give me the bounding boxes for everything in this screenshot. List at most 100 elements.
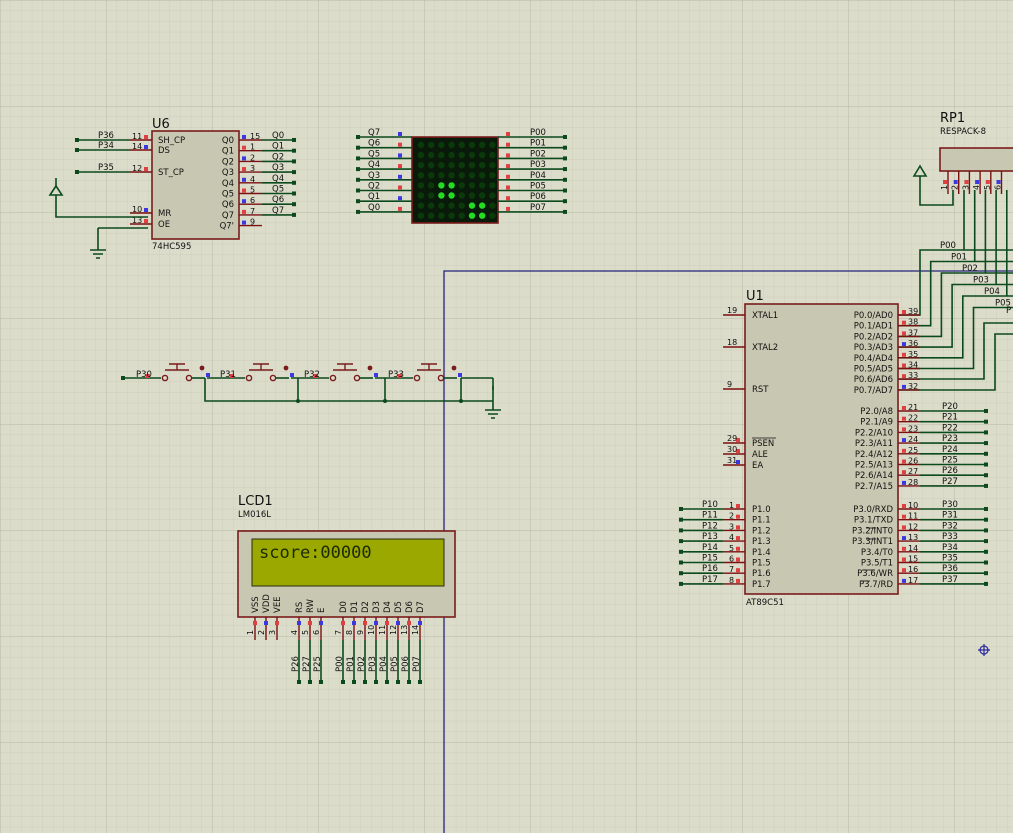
net-terminal[interactable]	[563, 188, 567, 193]
net-terminal[interactable]	[984, 430, 988, 435]
net-terminal[interactable]	[984, 409, 988, 413]
u1-pin-marker[interactable]	[902, 480, 906, 485]
net-terminal[interactable]	[356, 209, 360, 214]
net-terminal[interactable]	[679, 539, 683, 544]
matrix-pin-marker[interactable]	[506, 132, 510, 136]
lcd-pin-marker[interactable]	[341, 621, 345, 625]
u1-pin-marker[interactable]	[902, 448, 906, 453]
u1-pin-marker[interactable]	[902, 352, 906, 357]
lcd-pin-marker[interactable]	[374, 621, 378, 625]
net-terminal[interactable]	[563, 135, 567, 139]
net-terminal[interactable]	[292, 191, 296, 196]
net-terminal[interactable]	[292, 159, 296, 164]
u6-pin-marker[interactable]	[242, 209, 246, 214]
u1-pin-marker[interactable]	[736, 546, 740, 551]
u1-pin-marker[interactable]	[902, 427, 906, 432]
net-terminal[interactable]	[352, 680, 356, 684]
lcd-pin-marker[interactable]	[418, 621, 422, 625]
net-terminal[interactable]	[679, 560, 683, 565]
lcd-pin-marker[interactable]	[253, 621, 257, 625]
u6-pin-marker[interactable]	[144, 208, 148, 212]
net-terminal[interactable]	[292, 212, 296, 217]
lcd-pin-marker[interactable]	[319, 621, 323, 625]
net-terminal[interactable]	[319, 680, 323, 684]
u1-pin-marker[interactable]	[736, 568, 740, 573]
net-terminal[interactable]	[563, 145, 567, 150]
net-terminal[interactable]	[563, 156, 567, 161]
net-terminal[interactable]	[984, 507, 988, 511]
u1-pin-marker[interactable]	[902, 578, 906, 583]
u1-pin-marker[interactable]	[902, 459, 906, 464]
net-terminal[interactable]	[679, 517, 683, 522]
u1-pin-marker[interactable]	[902, 504, 906, 508]
u1-pin-marker[interactable]	[902, 416, 906, 421]
u1-pin-marker[interactable]	[902, 557, 906, 562]
net-terminal[interactable]	[356, 156, 360, 161]
net-terminal[interactable]	[385, 680, 389, 684]
u1-pin-marker[interactable]	[902, 363, 906, 368]
net-terminal[interactable]	[356, 188, 360, 193]
net-terminal[interactable]	[374, 680, 378, 684]
net-terminal[interactable]	[679, 571, 683, 576]
lcd-pin-marker[interactable]	[275, 621, 279, 625]
u1-pin-marker[interactable]	[902, 384, 906, 389]
net-terminal[interactable]	[418, 680, 422, 684]
u1-pin-marker[interactable]	[736, 536, 740, 541]
u1-pin-marker[interactable]	[902, 470, 906, 475]
u6-pin-marker[interactable]	[242, 156, 246, 161]
net-terminal[interactable]	[563, 209, 567, 214]
matrix-pin-marker[interactable]	[398, 185, 402, 190]
net-terminal[interactable]	[121, 376, 125, 380]
net-terminal[interactable]	[984, 560, 988, 565]
lcd-pin-marker[interactable]	[264, 621, 268, 625]
lcd-pin-marker[interactable]	[297, 621, 301, 625]
net-terminal[interactable]	[984, 441, 988, 446]
u1-pin-marker[interactable]	[902, 331, 906, 336]
net-terminal[interactable]	[297, 680, 301, 684]
rp1-pin-marker[interactable]	[964, 180, 969, 184]
net-terminal[interactable]	[292, 202, 296, 207]
net-terminal[interactable]	[75, 138, 79, 142]
u1-pin-marker[interactable]	[902, 406, 906, 410]
rp1-pin-marker[interactable]	[996, 180, 1001, 184]
net-terminal[interactable]	[984, 581, 988, 586]
net-terminal[interactable]	[679, 581, 683, 586]
u6-pin-marker[interactable]	[144, 167, 148, 171]
matrix-pin-marker[interactable]	[506, 153, 510, 158]
matrix-body[interactable]	[411, 136, 499, 224]
net-terminal[interactable]	[292, 148, 296, 153]
matrix-pin-marker[interactable]	[398, 132, 402, 136]
net-terminal[interactable]	[356, 135, 360, 139]
schematic-canvas[interactable]: U6 74HC595 11 SH_CPP3614 DSP3412 ST_CPP3510…	[0, 0, 1013, 833]
schematic-sheet[interactable]: U6 74HC595 11 SH_CP P36 14 DS P34 12 ST_CP P35 10…	[0, 0, 1013, 833]
net-terminal[interactable]	[308, 680, 312, 684]
lcd-pin-marker[interactable]	[308, 621, 312, 625]
matrix-pin-marker[interactable]	[506, 142, 510, 147]
net-terminal[interactable]	[292, 138, 296, 142]
matrix-pin-marker[interactable]	[506, 164, 510, 169]
matrix-pin-marker[interactable]	[506, 206, 510, 211]
net-terminal[interactable]	[984, 483, 988, 488]
net-terminal[interactable]	[292, 180, 296, 185]
u6-pin-marker[interactable]	[242, 177, 246, 182]
u1-pin-marker[interactable]	[736, 578, 740, 583]
net-terminal[interactable]	[292, 170, 296, 175]
rp1-pin-marker[interactable]	[975, 180, 980, 184]
net-terminal[interactable]	[984, 549, 988, 554]
rp1-body[interactable]	[939, 147, 1013, 172]
lcd-pin-marker[interactable]	[396, 621, 400, 625]
lcd-pin-marker[interactable]	[385, 621, 389, 625]
u1-pin-marker[interactable]	[902, 514, 906, 519]
net-terminal[interactable]	[563, 199, 567, 204]
u1-pin-marker[interactable]	[902, 310, 906, 314]
net-terminal[interactable]	[679, 507, 683, 511]
u1-pin-marker[interactable]	[902, 320, 906, 325]
net-terminal[interactable]	[984, 571, 988, 576]
net-terminal[interactable]	[984, 451, 988, 456]
lcd-pin-marker[interactable]	[363, 621, 367, 625]
matrix-pin-marker[interactable]	[398, 153, 402, 158]
u1-pin-marker[interactable]	[902, 525, 906, 530]
u6-pin-marker[interactable]	[242, 135, 246, 139]
u1-pin-marker[interactable]	[902, 568, 906, 573]
u6-pin-marker[interactable]	[242, 220, 246, 225]
